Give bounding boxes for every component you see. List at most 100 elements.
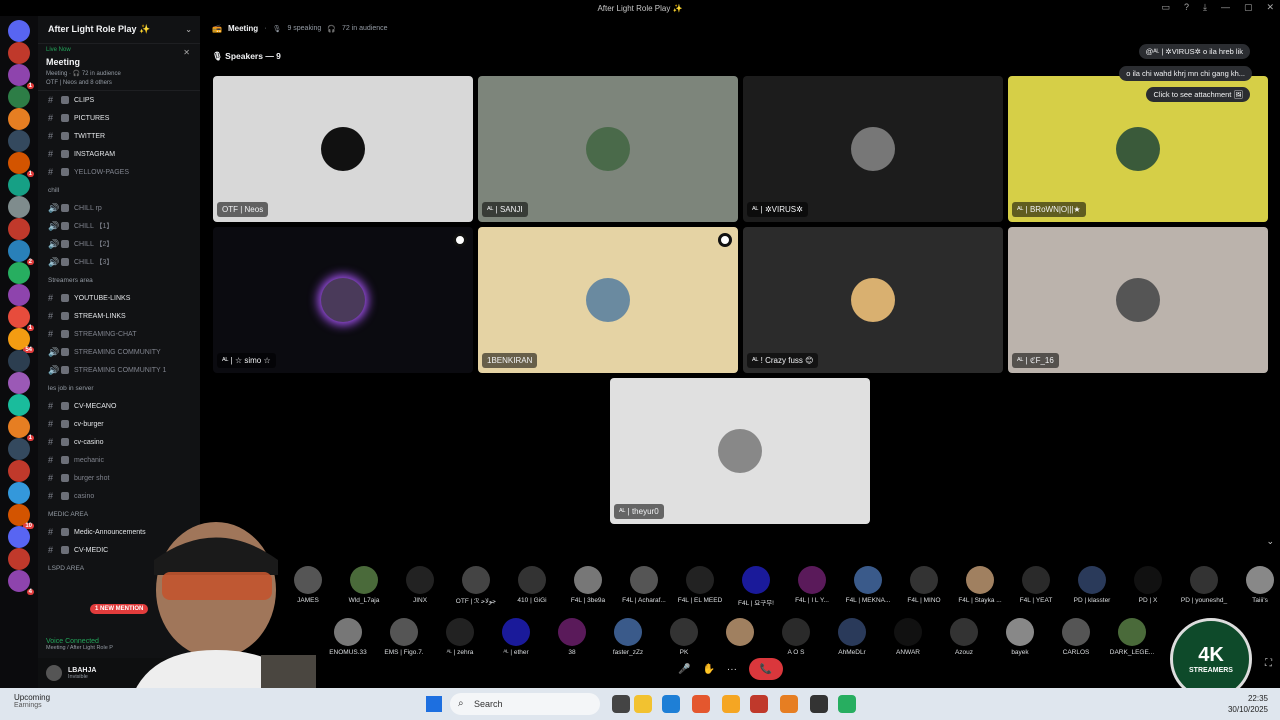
server-icon[interactable] xyxy=(8,284,30,306)
server-icon[interactable] xyxy=(8,350,30,372)
server-icon[interactable] xyxy=(8,20,30,42)
text-channel[interactable]: # cv-burger xyxy=(38,415,200,433)
text-channel[interactable]: # TWITTER xyxy=(38,127,200,145)
speaker-tile[interactable]: OTF | Neos xyxy=(213,76,473,222)
task-view-icon[interactable] xyxy=(612,695,630,713)
text-channel[interactable]: # YOUTUBE-LINKS xyxy=(38,289,200,307)
audience-member[interactable]: PK xyxy=(656,618,712,656)
avatar[interactable] xyxy=(46,665,62,681)
brave-icon[interactable] xyxy=(692,695,710,713)
audience-member[interactable]: AhMeDLr xyxy=(824,618,880,656)
audience-member[interactable]: F4L | MEKNA... xyxy=(840,566,896,607)
voice-channel[interactable]: 🔊 CHILL 【2】 xyxy=(38,235,200,253)
more-icon[interactable]: ··· xyxy=(727,664,737,675)
audience-member[interactable]: JINX xyxy=(392,566,448,607)
server-icon[interactable] xyxy=(8,130,30,152)
raise-hand-icon[interactable]: ✋ xyxy=(702,664,714,675)
clock[interactable]: 22:35 30/10/2025 xyxy=(1228,693,1268,715)
server-icon[interactable]: 2 xyxy=(8,240,34,265)
text-channel[interactable]: # CLIPS xyxy=(38,91,200,109)
app-icon[interactable] xyxy=(838,695,856,713)
expand-icon[interactable]: ⌄ xyxy=(1266,536,1274,547)
text-channel[interactable]: # cv-casino xyxy=(38,433,200,451)
mic-mute-icon[interactable]: 🎤 xyxy=(678,664,690,675)
audience-member[interactable]: F4L | I L Y... xyxy=(784,566,840,607)
audience-member[interactable]: F4L | MINO xyxy=(896,566,952,607)
guild-header[interactable]: After Light Role Play ✨ ⌄ xyxy=(38,16,200,44)
speaker-tile[interactable]: ᴬᴸ ! Crazy fuss 😊 xyxy=(743,227,1003,373)
audience-member[interactable]: Azouz xyxy=(936,618,992,656)
voice-channel[interactable]: 🔊 STREAMING COMMUNITY xyxy=(38,343,200,361)
server-icon[interactable] xyxy=(8,482,30,504)
search-input[interactable]: ⌕ Search xyxy=(450,693,600,715)
audience-member[interactable]: ᴬᴸ | zehra xyxy=(432,618,488,656)
text-channel[interactable]: # mechanic xyxy=(38,451,200,469)
voice-channel[interactable]: 🔊 CHILL 【3】 xyxy=(38,253,200,271)
speaker-tile[interactable]: ᴬᴸ | SANJI xyxy=(478,76,738,222)
help-icon[interactable]: ? xyxy=(1184,2,1189,13)
server-icon[interactable]: 1 xyxy=(8,152,34,177)
message-notification[interactable]: Click to see attachment 🖼 xyxy=(1146,87,1250,102)
server-icon[interactable] xyxy=(8,108,30,130)
speaker-tile[interactable]: ᴬᴸ | ☆ simo ☆ xyxy=(213,227,473,373)
audience-member[interactable]: bayek xyxy=(992,618,1048,656)
text-channel[interactable]: # STREAMING-CHAT xyxy=(38,325,200,343)
voice-channel[interactable]: 🔊 STREAMING COMMUNITY 1 xyxy=(38,361,200,379)
server-icon[interactable] xyxy=(8,438,30,460)
close-icon[interactable]: ✕ xyxy=(183,48,190,57)
text-channel[interactable]: # casino xyxy=(38,487,200,505)
app-icon[interactable] xyxy=(722,695,740,713)
app-icon[interactable] xyxy=(750,695,768,713)
audience-member[interactable]: F4L | YEAT xyxy=(1008,566,1064,607)
audience-member[interactable]: CARLOS xyxy=(1048,618,1104,656)
maximize-icon[interactable]: ▢ xyxy=(1244,2,1253,13)
live-stage-card[interactable]: Live Now Meeting Meeting · 🎧 72 in audie… xyxy=(38,44,200,91)
server-icon[interactable] xyxy=(8,372,30,394)
inbox-icon[interactable]: ▭ xyxy=(1161,2,1170,13)
speaker-tile[interactable]: ᴬᴸ | ✲VIRUS✲ xyxy=(743,76,1003,222)
leave-stage-button[interactable]: 📞 xyxy=(748,658,783,680)
server-icon[interactable]: 1 xyxy=(8,416,34,441)
server-icon[interactable]: 1 xyxy=(8,64,34,89)
audience-member[interactable]: PD | klasster xyxy=(1064,566,1120,607)
channel-category[interactable]: Streamers area xyxy=(38,271,200,289)
download-icon[interactable]: ⤓ xyxy=(1203,2,1207,13)
minimize-icon[interactable]: — xyxy=(1221,2,1230,13)
text-channel[interactable]: # INSTAGRAM xyxy=(38,145,200,163)
server-icon[interactable] xyxy=(8,526,30,548)
channel-category[interactable]: les job in server xyxy=(38,379,200,397)
server-icon[interactable] xyxy=(8,262,30,284)
audience-member[interactable]: F4L | EL MEED xyxy=(672,566,728,607)
audience-member[interactable]: EMS | Figo.7. xyxy=(376,618,432,656)
audience-member[interactable]: F4L | 3be9a xyxy=(560,566,616,607)
audience-member[interactable]: PD | youneshd_ xyxy=(1176,566,1232,607)
audience-member[interactable] xyxy=(712,618,768,656)
voice-channel[interactable]: 🔊 CHILL rp xyxy=(38,199,200,217)
audience-member[interactable]: OTF | ℛ ﺟﻮﻟﺎﺣ xyxy=(448,566,504,607)
server-icon[interactable] xyxy=(8,174,30,196)
audience-member[interactable]: ANWAR xyxy=(880,618,936,656)
audience-member[interactable]: F4L | Acharaf... xyxy=(616,566,672,607)
file-explorer-icon[interactable] xyxy=(634,695,652,713)
audience-member[interactable]: A O S xyxy=(768,618,824,656)
server-icon[interactable] xyxy=(8,218,30,240)
audience-member[interactable]: Taiii's xyxy=(1232,566,1280,607)
audience-member[interactable]: F4L | 요구무! xyxy=(728,566,784,607)
close-icon[interactable]: ✕ xyxy=(1266,2,1274,13)
server-icon[interactable] xyxy=(8,196,30,218)
text-channel[interactable]: # burger shot xyxy=(38,469,200,487)
server-icon[interactable] xyxy=(8,42,30,64)
windows-start-icon[interactable] xyxy=(426,696,442,712)
speaker-tile[interactable]: ᴬᴸ | theyur0 xyxy=(610,378,870,524)
channel-category[interactable]: chill xyxy=(38,181,200,199)
text-channel[interactable]: # CV-MECANO xyxy=(38,397,200,415)
server-icon[interactable] xyxy=(8,86,30,108)
text-channel[interactable]: # YELLOW-PAGES xyxy=(38,163,200,181)
message-notification[interactable]: @ᴬᴸ | ✲VIRUS✲ o ila hreb lik xyxy=(1138,44,1250,59)
server-icon[interactable] xyxy=(8,548,30,570)
chevron-down-icon[interactable]: ⌄ xyxy=(185,25,192,34)
server-icon[interactable]: 10 xyxy=(8,504,34,529)
weather-widget[interactable]: Upcoming Earnings xyxy=(14,693,50,709)
server-icon[interactable] xyxy=(8,394,30,416)
audience-member[interactable]: ᴬᴸ | ether xyxy=(488,618,544,656)
